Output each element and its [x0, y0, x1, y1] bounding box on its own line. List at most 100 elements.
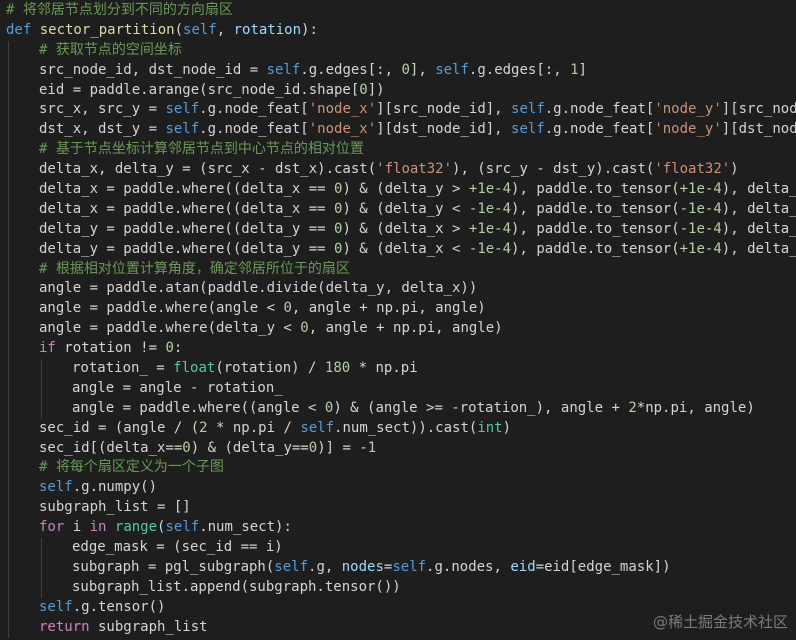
- code-line[interactable]: angle = angle - rotation_: [0, 378, 796, 399]
- code-token-plain: .g.node_feat[: [544, 101, 655, 118]
- code-token-num: 0: [308, 439, 318, 456]
- code-token-plain: sec_id[(delta_x==: [39, 439, 183, 456]
- code-token-num: 2: [199, 419, 208, 436]
- code-token-kw: return: [39, 618, 90, 635]
- code-token-plain: delta_y = paddle.where((delta_y ==: [39, 240, 335, 257]
- code-line[interactable]: src_x, src_y = self.g.node_feat['node_x'…: [0, 100, 796, 121]
- indent-guide: [41, 577, 42, 598]
- code-line[interactable]: # 基于节点坐标计算邻居节点到中心节点的相对位置: [0, 140, 796, 161]
- code-line[interactable]: delta_x, delta_y = (src_x - dst_x).cast(…: [0, 160, 796, 181]
- code-token-self: self: [183, 21, 217, 38]
- code-editor[interactable]: # 将邻居节点划分到不同的方向扇区 def sector_partition(se…: [0, 0, 796, 640]
- code-token-plain: subgraph_list: [89, 618, 208, 635]
- indent-guide: [8, 160, 9, 181]
- code-token-num: 1: [570, 61, 579, 78]
- code-token-plain: ), delta_x): [721, 200, 796, 217]
- code-line[interactable]: subgraph = pgl_subgraph(self.g, nodes=se…: [0, 557, 796, 578]
- code-line[interactable]: subgraph_list.append(subgraph.tensor()): [0, 577, 796, 598]
- code-token-plain: * np.pi: [350, 360, 418, 377]
- code-line[interactable]: sec_id = (angle / (2 * np.pi / self.num_…: [0, 418, 796, 439]
- code-token-self: self: [274, 558, 309, 575]
- code-line[interactable]: delta_y = paddle.where((delta_y == 0) & …: [0, 239, 796, 260]
- watermark: @稀土掘金技术社区: [652, 613, 788, 631]
- code-line[interactable]: delta_x = paddle.where((delta_x == 0) & …: [0, 180, 796, 200]
- code-token-str: 'float32': [654, 161, 731, 178]
- code-token-num: 0: [401, 61, 410, 78]
- code-token-com: # 基于节点坐标计算邻居节点到中心节点的相对位置: [39, 141, 364, 158]
- code-token-self: self: [511, 101, 545, 118]
- code-token-num: 0: [182, 439, 191, 456]
- code-line[interactable]: angle = paddle.atan(paddle.divide(delta_…: [0, 279, 796, 300]
- code-token-plain: ), paddle.to_tensor(: [511, 220, 680, 237]
- code-token-num: +1e-4: [679, 240, 722, 257]
- code-line[interactable]: subgraph_list = []: [0, 498, 796, 519]
- code-token-fn: sector_partition: [39, 21, 175, 38]
- code-line[interactable]: # 将邻居节点划分到不同的方向扇区: [0, 1, 796, 21]
- code-token-plain: .g.tensor(): [72, 598, 166, 615]
- code-token-self: self: [435, 61, 469, 78]
- code-token-plain: i: [64, 519, 90, 536]
- code-line[interactable]: if rotation != 0:: [0, 339, 796, 360]
- code-token-plain: delta_x, delta_y = (src_x - dst_x).cast(: [39, 161, 377, 178]
- code-token-plain: ) & (delta_x >: [342, 220, 469, 237]
- code-line[interactable]: rotation_ = float(rotation) / 180 * np.p…: [0, 359, 796, 379]
- indent-guide: [8, 538, 9, 558]
- indent-guide: [8, 557, 9, 578]
- code-token-plain: angle = angle - rotation_: [72, 379, 283, 396]
- code-line[interactable]: angle = paddle.where(delta_y < 0, angle …: [0, 319, 796, 340]
- code-token-plain: delta_y = paddle.where((delta_y ==: [39, 220, 335, 237]
- code-token-self: self: [165, 101, 200, 118]
- indent-guide: [8, 577, 9, 598]
- code-line[interactable]: # 获取节点的空间坐标: [0, 40, 796, 61]
- code-line[interactable]: self.g.numpy(): [0, 478, 796, 499]
- code-line[interactable]: def sector_partition(self, rotation):: [0, 21, 796, 41]
- code-token-kw: in: [89, 519, 107, 536]
- code-line[interactable]: delta_x = paddle.where((delta_x == 0) & …: [0, 199, 796, 220]
- code-line[interactable]: for i in range(self.num_sect):: [0, 518, 796, 539]
- indent-guide: [8, 259, 9, 280]
- code-line[interactable]: dst_x, dst_y = self.g.node_feat['node_x'…: [0, 120, 796, 141]
- code-token-plain: ,: [216, 21, 234, 38]
- code-line[interactable]: delta_y = paddle.where((delta_y == 0) & …: [0, 219, 796, 240]
- code-token-plain: ][dst_node_id]: [721, 121, 796, 138]
- code-token-plain: .g.node_feat[: [199, 101, 309, 118]
- code-token-param: eid: [510, 558, 536, 575]
- code-line[interactable]: # 根据相对位置计算角度，确定邻居所位于的扇区: [0, 259, 796, 280]
- code-token-plain: .g.node_feat[: [544, 121, 655, 138]
- code-token-builtin: int: [477, 419, 503, 436]
- code-line[interactable]: # 将每个扇区定义为一个子图: [0, 458, 796, 479]
- code-token-self: self: [165, 519, 200, 536]
- code-area[interactable]: # 将邻居节点划分到不同的方向扇区 def sector_partition(se…: [0, 1, 796, 638]
- code-line[interactable]: angle = paddle.where(angle < 0, angle + …: [0, 299, 796, 320]
- code-token-plain: ), paddle.to_tensor(: [511, 181, 680, 198]
- code-token-builtin: float: [173, 360, 216, 377]
- code-line[interactable]: sec_id[(delta_x==0) & (delta_y==0)] = -1: [0, 438, 796, 459]
- code-line[interactable]: eid = paddle.arange(src_node_id.shape[0]…: [0, 80, 796, 101]
- indent-guide: [8, 299, 9, 320]
- code-token-str: 'node_x': [308, 101, 377, 118]
- code-line[interactable]: angle = paddle.where((angle < 0) & (angl…: [0, 398, 796, 419]
- code-token-plain: , angle + np.pi, angle): [291, 300, 486, 317]
- indent-guide: [8, 339, 9, 360]
- code-token-plain: ) & (delta_x <: [342, 240, 469, 257]
- code-token-plain: subgraph_list.append(subgraph.tensor()): [72, 578, 401, 595]
- code-line[interactable]: edge_mask = (sec_id == i): [0, 538, 796, 558]
- code-token-self: self: [392, 558, 427, 575]
- code-token-plain: ][src_node_id],: [376, 101, 512, 118]
- code-token-plain: ), paddle.to_tensor(: [511, 200, 680, 217]
- indent-guide: [8, 378, 9, 399]
- code-line[interactable]: src_node_id, dst_node_id = self.g.edges[…: [0, 60, 796, 81]
- code-token-plain: angle = paddle.where(angle <: [39, 300, 284, 317]
- indent-guide: [8, 199, 9, 220]
- code-token-plain: )] = -: [317, 439, 368, 456]
- code-token-self: self: [511, 121, 545, 138]
- code-token-plain: * np.pi /: [207, 419, 301, 436]
- code-token-num: 0: [359, 81, 368, 98]
- code-token-plain: ]): [367, 81, 385, 98]
- code-token-plain: ): [502, 419, 512, 436]
- code-token-plain: .g.edges[:,: [300, 61, 402, 78]
- code-token-num: -1e-4: [679, 220, 722, 237]
- code-token-plain: ):: [301, 21, 318, 38]
- code-token-plain: src_x, src_y =: [39, 101, 166, 118]
